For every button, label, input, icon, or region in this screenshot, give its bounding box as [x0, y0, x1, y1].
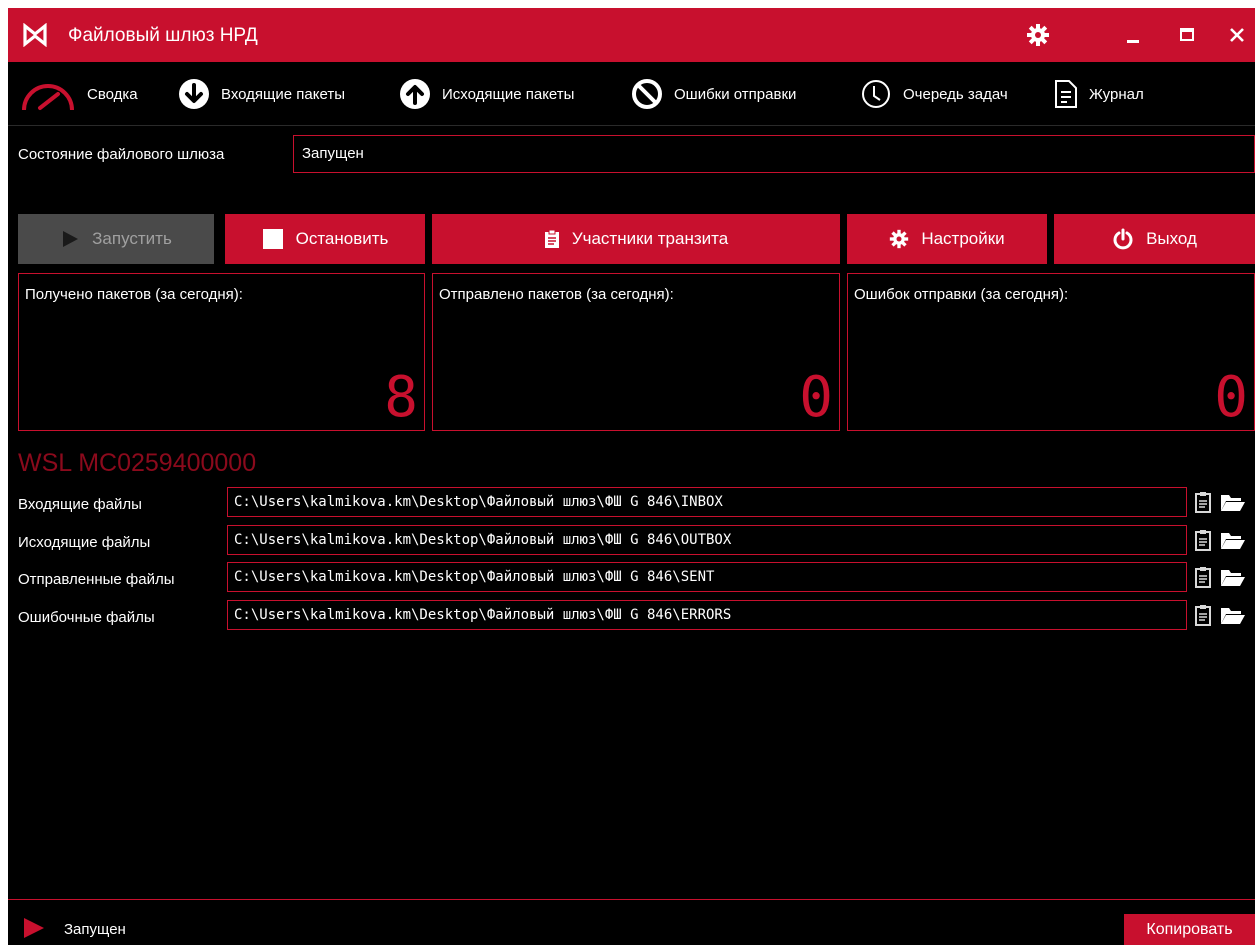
tab-label: Очередь задач: [903, 85, 1008, 103]
tab-summary[interactable]: Сводка: [18, 70, 138, 118]
arrow-down-circle-icon: [176, 76, 212, 112]
tab-label: Исходящие пакеты: [442, 85, 575, 103]
gear-icon[interactable]: [1026, 23, 1050, 47]
send-errors-label: Ошибок отправки (за сегодня):: [854, 286, 1069, 303]
send-errors-count: 0: [1214, 365, 1248, 430]
start-button[interactable]: Запустить: [18, 214, 214, 264]
speedometer-icon: [18, 76, 78, 112]
sent-files-path[interactable]: C:\Users\kalmikova.km\Desktop\Файловый ш…: [227, 562, 1187, 592]
tab-incoming-packets[interactable]: Входящие пакеты: [176, 70, 345, 118]
tab-send-errors[interactable]: Ошибки отправки: [629, 70, 796, 118]
received-packets-label: Получено пакетов (за сегодня):: [25, 286, 243, 303]
open-folder-icon[interactable]: [1220, 528, 1246, 552]
exit-button[interactable]: Выход: [1054, 214, 1255, 264]
tab-task-queue[interactable]: Очередь задач: [858, 70, 1008, 118]
sent-packets-count: 0: [799, 365, 833, 430]
copy-button[interactable]: Копировать: [1124, 914, 1255, 945]
exit-button-label: Выход: [1146, 229, 1197, 248]
sent-packets-panel: Отправлено пакетов (за сегодня): 0: [432, 273, 840, 431]
arrow-up-circle-icon: [397, 76, 433, 112]
clock-icon: [858, 76, 894, 112]
open-folder-icon[interactable]: [1220, 603, 1246, 627]
start-button-label: Запустить: [92, 229, 172, 248]
settings-button[interactable]: Настройки: [847, 214, 1047, 264]
copy-path-icon[interactable]: [1194, 565, 1212, 589]
error-files-label: Ошибочные файлы: [18, 609, 155, 626]
incoming-files-label: Входящие файлы: [18, 496, 142, 513]
no-entry-icon: [629, 76, 665, 112]
stop-button-label: Остановить: [295, 229, 389, 248]
sent-packets-label: Отправлено пакетов (за сегодня):: [439, 286, 674, 303]
open-folder-icon[interactable]: [1220, 565, 1246, 589]
open-folder-icon[interactable]: [1220, 490, 1246, 514]
app-window: Файловый шлюз НРД Сводка Входящие пакеты…: [8, 8, 1255, 945]
stop-icon: [262, 228, 284, 250]
wsl-section-title: WSL MC0259400000: [18, 449, 257, 477]
tab-label: Ошибки отправки: [674, 85, 797, 103]
tab-bar: Сводка Входящие пакеты Исходящие пакеты: [8, 62, 1255, 126]
gateway-status-label: Состояние файлового шлюза: [18, 146, 225, 163]
gateway-status-field: Запущен: [293, 135, 1255, 173]
power-icon: [1112, 228, 1134, 250]
transit-participants-button[interactable]: Участники транзита: [432, 214, 840, 264]
settings-button-label: Настройки: [921, 229, 1005, 248]
send-errors-panel: Ошибок отправки (за сегодня): 0: [847, 273, 1255, 431]
outgoing-files-label: Исходящие файлы: [18, 534, 151, 551]
copy-path-icon[interactable]: [1194, 528, 1212, 552]
nrd-logo-icon: [23, 23, 47, 47]
clipboard-icon: [544, 229, 560, 249]
tab-outgoing-packets[interactable]: Исходящие пакеты: [397, 70, 574, 118]
status-bar-divider: [8, 899, 1255, 900]
received-packets-count: 8: [384, 365, 418, 430]
sent-files-label: Отправленные файлы: [18, 571, 175, 588]
maximize-icon[interactable]: [1176, 24, 1198, 46]
incoming-files-path[interactable]: C:\Users\kalmikova.km\Desktop\Файловый ш…: [227, 487, 1187, 517]
status-bar-text: Запущен: [64, 921, 126, 938]
received-packets-panel: Получено пакетов (за сегодня): 8: [18, 273, 425, 431]
gear-icon: [889, 229, 909, 249]
close-icon[interactable]: [1226, 24, 1248, 46]
document-icon: [1052, 76, 1080, 112]
error-files-path[interactable]: C:\Users\kalmikova.km\Desktop\Файловый ш…: [227, 600, 1187, 630]
window-title: Файловый шлюз НРД: [68, 25, 258, 46]
stop-button[interactable]: Остановить: [225, 214, 425, 264]
title-bar: Файловый шлюз НРД: [8, 8, 1255, 62]
tab-log[interactable]: Журнал: [1052, 70, 1144, 118]
outgoing-files-path[interactable]: C:\Users\kalmikova.km\Desktop\Файловый ш…: [227, 525, 1187, 555]
play-icon: [60, 229, 80, 249]
tab-label: Сводка: [87, 85, 138, 103]
tab-label: Журнал: [1089, 85, 1144, 103]
transit-participants-label: Участники транзита: [571, 229, 729, 248]
minimize-icon[interactable]: [1122, 24, 1144, 46]
copy-path-icon[interactable]: [1194, 603, 1212, 627]
copy-path-icon[interactable]: [1194, 490, 1212, 514]
play-status-icon: [24, 918, 44, 938]
tab-label: Входящие пакеты: [221, 85, 345, 103]
